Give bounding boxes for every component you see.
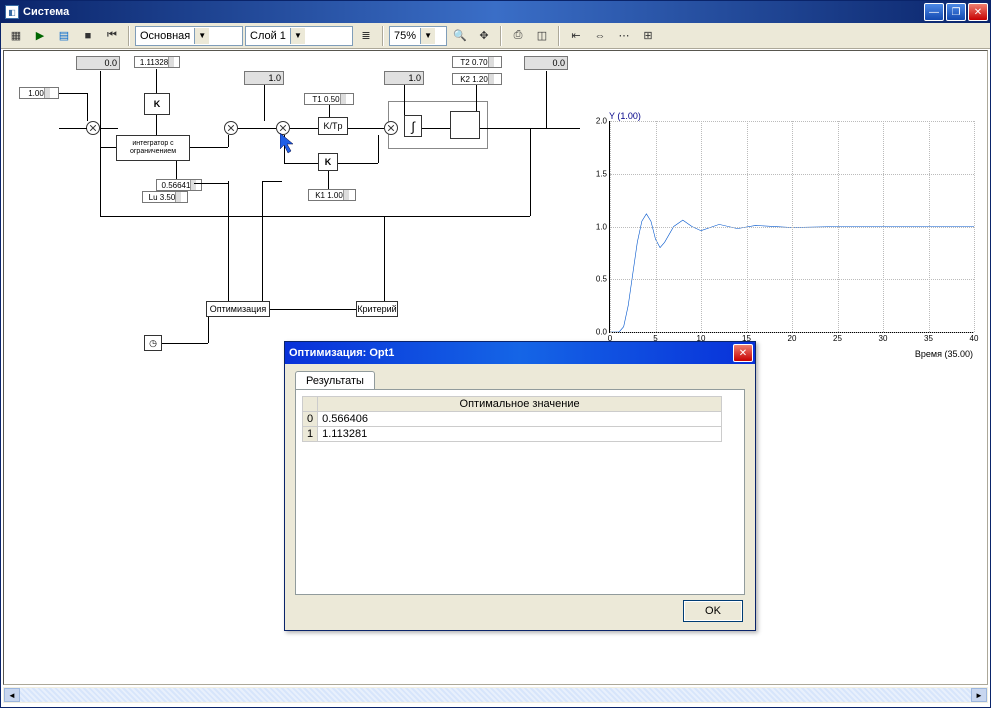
- results-panel: Оптимальное значение 0 0.566406 1 1.1132…: [295, 389, 745, 595]
- sum-node-4[interactable]: [384, 121, 398, 135]
- plot-title: Y (1.00): [609, 111, 641, 121]
- print-icon[interactable]: ⎙: [507, 25, 529, 47]
- integrator-block[interactable]: интегратор с ограничением: [116, 135, 190, 161]
- plot-area: 0.00.51.01.52.00510152025303540: [609, 121, 974, 333]
- zoom-in-icon[interactable]: 🔍: [449, 25, 471, 47]
- dialog-title: Оптимизация: Opt1: [289, 347, 733, 359]
- column-header-optimal[interactable]: Оптимальное значение: [318, 397, 722, 412]
- restore-button[interactable]: ❐: [946, 3, 966, 21]
- param-k2[interactable]: K2 1.20: [452, 73, 502, 85]
- horizontal-scrollbar[interactable]: ◄ ►: [3, 687, 988, 703]
- sum-node-1[interactable]: [86, 121, 100, 135]
- table-row[interactable]: 0 0.566406: [303, 412, 722, 427]
- window-title: Система: [23, 6, 924, 18]
- table-row[interactable]: 1 1.113281: [303, 427, 722, 442]
- chevron-down-icon: ▼: [420, 28, 435, 44]
- tool-run-icon[interactable]: ▶: [29, 25, 51, 47]
- param-gain[interactable]: 1.11328: [134, 56, 180, 68]
- dialog-titlebar[interactable]: Оптимизация: Opt1 ✕: [285, 342, 755, 364]
- scroll-right-icon[interactable]: ►: [971, 688, 987, 702]
- align-grid-icon[interactable]: ⊞: [637, 25, 659, 47]
- sum-node-2[interactable]: [224, 121, 238, 135]
- optimization-block[interactable]: Оптимизация: [206, 301, 270, 317]
- scroll-track[interactable]: [20, 688, 971, 702]
- align-distribute-icon[interactable]: ⋯: [613, 25, 635, 47]
- tool-layers-icon[interactable]: ≣: [355, 25, 377, 47]
- row-index: 0: [303, 412, 318, 427]
- chevron-down-icon: ▼: [290, 28, 305, 44]
- optimization-dialog[interactable]: Оптимизация: Opt1 ✕ Результаты Оптимальн…: [284, 341, 756, 631]
- zoom-value: 75%: [394, 30, 416, 42]
- param-t1[interactable]: T1 0.50: [304, 93, 354, 105]
- criterion-block[interactable]: Критерий: [356, 301, 398, 317]
- tool-rewind-icon[interactable]: ⏮: [101, 25, 123, 47]
- align-center-icon[interactable]: ⇔: [589, 25, 611, 47]
- time-plot[interactable]: Y (1.00) 0.00.51.01.52.00510152025303540…: [589, 111, 979, 359]
- minimize-button[interactable]: —: [924, 3, 944, 21]
- param-t2[interactable]: T2 0.70: [452, 56, 502, 68]
- results-table[interactable]: Оптимальное значение 0 0.566406 1 1.1132…: [302, 396, 722, 442]
- pan-icon[interactable]: ✥: [473, 25, 495, 47]
- param-lu[interactable]: Lu 3.50: [142, 191, 188, 203]
- zoom-combo[interactable]: 75% ▼: [389, 26, 447, 46]
- sum-node-3[interactable]: [276, 121, 290, 135]
- ok-button[interactable]: OK: [683, 600, 743, 622]
- window-icon[interactable]: ◫: [531, 25, 553, 47]
- layer-combo-2-value: Слой 1: [250, 30, 286, 42]
- chevron-down-icon: ▼: [194, 28, 209, 44]
- layer-combo-1[interactable]: Основная ▼: [135, 26, 243, 46]
- display-1: 0.0: [76, 56, 120, 70]
- param-output[interactable]: 0.56641: [156, 179, 202, 191]
- main-titlebar[interactable]: ◧ Система — ❐ ✕: [1, 1, 990, 23]
- display-4: 0.0: [524, 56, 568, 70]
- cursor-icon: [280, 133, 298, 155]
- display-3: 1.0: [384, 71, 424, 85]
- display-2: 1.0: [244, 71, 284, 85]
- close-button[interactable]: ✕: [968, 3, 988, 21]
- row-value: 0.566406: [318, 412, 722, 427]
- dialog-close-button[interactable]: ✕: [733, 344, 753, 362]
- gain-feedback-block[interactable]: K: [318, 153, 338, 171]
- tool-stop-icon[interactable]: ■: [77, 25, 99, 47]
- row-index: 1: [303, 427, 318, 442]
- transfer-block[interactable]: K/Tp: [318, 117, 348, 135]
- const-input[interactable]: 1.00: [19, 87, 59, 99]
- tool-grid-icon[interactable]: ▤: [53, 25, 75, 47]
- clock-block[interactable]: ◷: [144, 335, 162, 351]
- main-toolbar: ▦ ▶ ▤ ■ ⏮ Основная ▼ Слой 1 ▼ ≣ 75% ▼ 🔍 …: [1, 23, 990, 49]
- plot-xlabel: Время (35.00): [915, 349, 973, 359]
- tab-results[interactable]: Результаты: [295, 371, 375, 390]
- align-left-icon[interactable]: ⇤: [565, 25, 587, 47]
- row-value: 1.113281: [318, 427, 722, 442]
- layer-combo-2[interactable]: Слой 1 ▼: [245, 26, 353, 46]
- tool-new-icon[interactable]: ▦: [5, 25, 27, 47]
- gain-block[interactable]: K: [144, 93, 170, 115]
- scroll-left-icon[interactable]: ◄: [4, 688, 20, 702]
- param-k1[interactable]: K1 1.00: [308, 189, 356, 201]
- subsystem-frame: [388, 101, 488, 149]
- app-icon: ◧: [5, 5, 19, 19]
- table-corner: [303, 397, 318, 412]
- layer-combo-1-value: Основная: [140, 30, 190, 42]
